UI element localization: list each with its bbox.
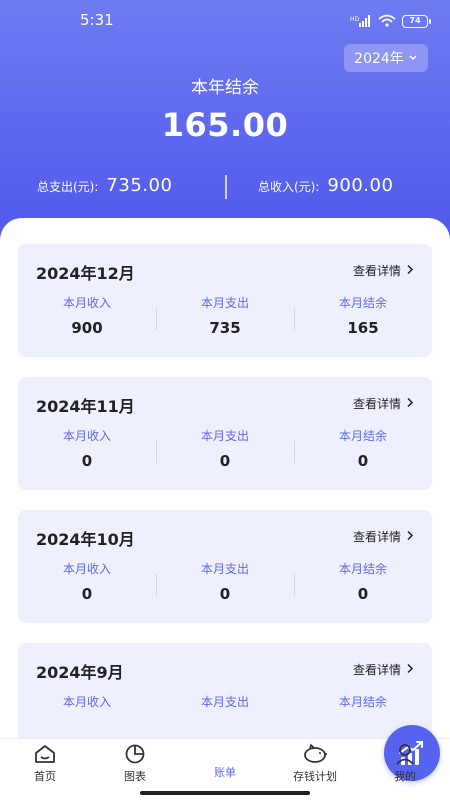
month-income-label: 本月收入 (62, 296, 111, 310)
month-balance: 本月结余 165 (294, 294, 432, 337)
nav-home[interactable]: 首页 (5, 743, 85, 784)
nav-bills-label: 账单 (214, 766, 236, 779)
month-expense-value: 0 (219, 585, 231, 603)
month-balance-value: 0 (357, 452, 369, 470)
month-card: 2024年12月 查看详情 本月收入 900 本月支出 735 本月结余 165 (18, 244, 432, 357)
month-income-label: 本月收入 (62, 429, 111, 443)
month-income: 本月收入 0 (18, 427, 156, 470)
nav-chart-label: 图表 (124, 770, 146, 783)
total-expense: 总支出(元): 735.00 (37, 175, 172, 196)
month-expense-label: 本月支出 (200, 429, 249, 443)
year-balance-label: 本年结余 (191, 78, 259, 98)
month-income: 本月收入 900 (18, 294, 156, 337)
user-icon (365, 743, 445, 765)
month-expense: 本月支出 0 (156, 427, 294, 470)
month-income-label: 本月收入 (62, 695, 111, 709)
nav-profile[interactable]: 我的 (365, 743, 445, 784)
month-title: 2024年12月 (36, 264, 135, 283)
status-time: 5:31 (80, 11, 114, 29)
month-balance-label: 本月结余 (338, 429, 387, 443)
month-stats: 本月收入 本月支出 本月结余 (18, 693, 432, 738)
year-selector-label: 2024年 (354, 51, 404, 67)
month-income-label: 本月收入 (62, 562, 111, 576)
month-income-value: 900 (71, 319, 103, 337)
nav-bills[interactable]: 账单 (185, 725, 440, 781)
nav-chart[interactable]: 图表 (95, 743, 175, 784)
chevron-right-icon (406, 397, 414, 411)
month-stats: 本月收入 0 本月支出 0 本月结余 0 (18, 427, 432, 477)
year-summary: 总支出(元): 735.00 总收入(元): 900.00 (0, 175, 450, 199)
total-income-value: 900.00 (327, 175, 394, 196)
chevron-right-icon (406, 264, 414, 278)
home-icon (5, 743, 85, 765)
status-bar: 5:31 HD 74 (0, 0, 450, 40)
chevron-down-icon (408, 50, 418, 66)
month-expense-value: 735 (209, 319, 241, 337)
piggy-bank-icon (275, 743, 355, 765)
view-details-label: 查看详情 (352, 663, 401, 677)
month-expense: 本月支出 (156, 693, 294, 710)
month-balance-label: 本月结余 (338, 695, 387, 709)
view-details-link[interactable]: 查看详情 (353, 661, 414, 678)
view-details-link[interactable]: 查看详情 (353, 395, 414, 412)
status-icons: HD 74 (350, 12, 431, 31)
svg-text:HD: HD (350, 16, 360, 23)
month-expense: 本月支出 735 (156, 294, 294, 337)
month-balance: 本月结余 (294, 693, 432, 710)
total-income-label: 总收入(元): (258, 180, 320, 194)
view-details-link[interactable]: 查看详情 (353, 528, 414, 545)
month-balance: 本月结余 0 (294, 560, 432, 603)
month-income: 本月收入 0 (18, 560, 156, 603)
month-expense-label: 本月支出 (200, 296, 249, 310)
view-details-label: 查看详情 (352, 530, 401, 544)
month-stats: 本月收入 0 本月支出 0 本月结余 0 (18, 560, 432, 610)
month-income-value: 0 (81, 585, 93, 603)
month-title: 2024年10月 (36, 530, 135, 549)
month-expense-value: 0 (219, 452, 231, 470)
month-list[interactable]: 2024年12月 查看详情 本月收入 900 本月支出 735 本月结余 165… (0, 218, 450, 738)
month-expense: 本月支出 0 (156, 560, 294, 603)
month-card: 2024年9月 查看详情 本月收入 本月支出 本月结余 (18, 643, 432, 738)
total-income: 总收入(元): 900.00 (258, 175, 393, 196)
nav-home-label: 首页 (34, 770, 56, 783)
nav-savings-plan[interactable]: 存钱计划 (275, 743, 355, 784)
view-details-link[interactable]: 查看详情 (353, 262, 414, 279)
month-stats: 本月收入 900 本月支出 735 本月结余 165 (18, 294, 432, 344)
month-expense-label: 本月支出 (200, 562, 249, 576)
chevron-right-icon (406, 663, 414, 677)
total-expense-value: 735.00 (106, 175, 173, 196)
summary-divider (225, 175, 227, 199)
month-balance-value: 165 (347, 319, 379, 337)
month-title: 2024年11月 (36, 397, 135, 416)
month-card: 2024年11月 查看详情 本月收入 0 本月支出 0 本月结余 0 (18, 377, 432, 490)
signal-icon: HD (350, 12, 372, 31)
nav-profile-label: 我的 (394, 770, 416, 783)
month-balance: 本月结余 0 (294, 427, 432, 470)
year-balance-value: 165.00 (161, 106, 289, 144)
month-title: 2024年9月 (36, 663, 124, 682)
month-balance-label: 本月结余 (338, 562, 387, 576)
nav-savings-plan-label: 存钱计划 (293, 770, 337, 783)
chevron-right-icon (406, 530, 414, 544)
pie-chart-icon (95, 743, 175, 765)
battery-icon: 74 (402, 15, 431, 28)
wifi-icon (378, 12, 396, 31)
year-selector[interactable]: 2024年 (344, 44, 428, 72)
month-balance-label: 本月结余 (338, 296, 387, 310)
month-expense-label: 本月支出 (200, 695, 249, 709)
month-income: 本月收入 (18, 693, 156, 710)
month-balance-value: 0 (357, 585, 369, 603)
month-card: 2024年10月 查看详情 本月收入 0 本月支出 0 本月结余 0 (18, 510, 432, 623)
month-income-value: 0 (81, 452, 93, 470)
total-expense-label: 总支出(元): (37, 180, 99, 194)
header-banner: 5:31 HD 74 2024年 本年结余 165.00 总支出(元): 735… (0, 0, 450, 250)
view-details-label: 查看详情 (352, 397, 401, 411)
home-indicator (140, 791, 310, 795)
view-details-label: 查看详情 (352, 264, 401, 278)
